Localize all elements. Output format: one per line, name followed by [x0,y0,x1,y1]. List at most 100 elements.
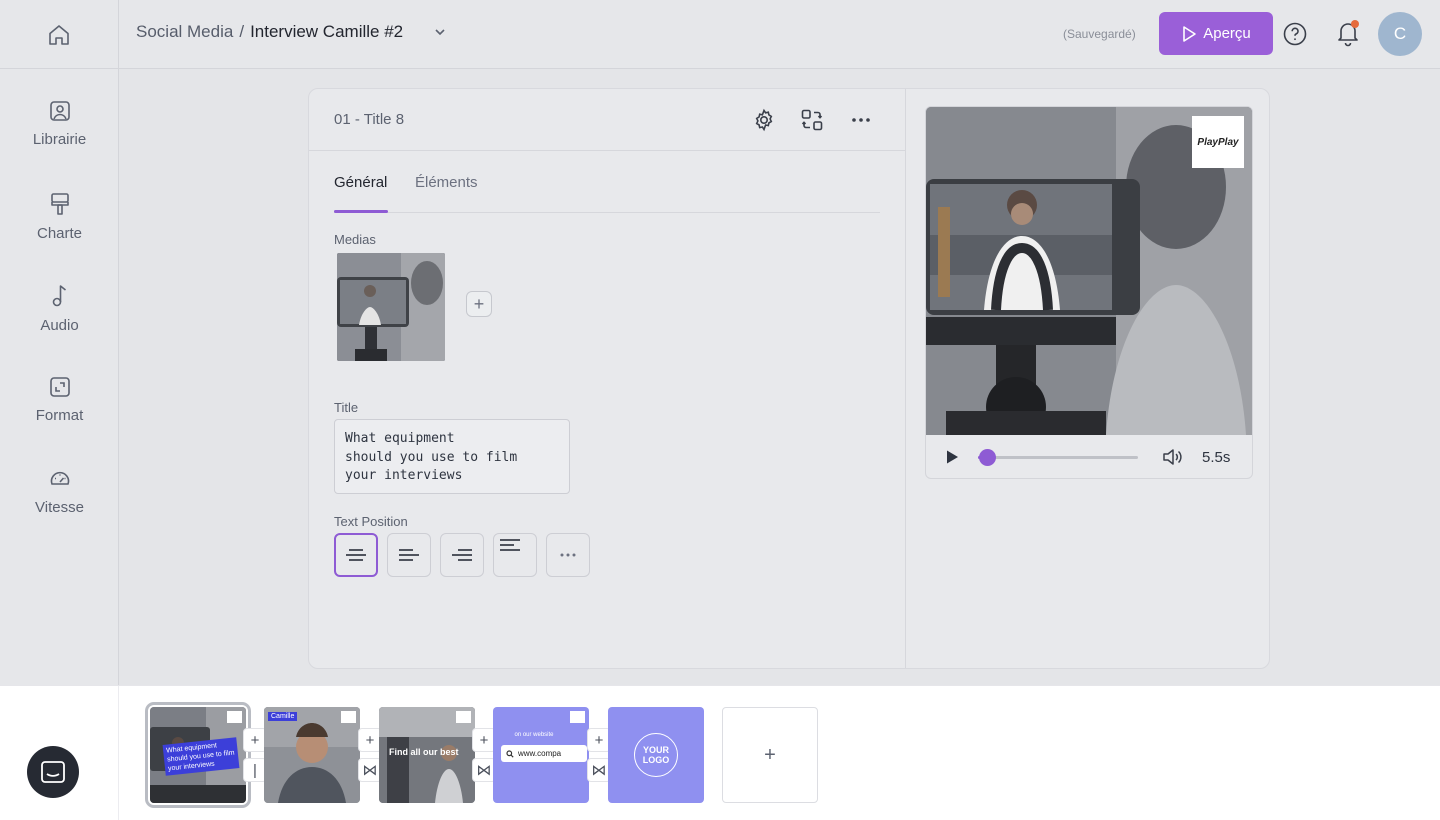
play-button[interactable] [944,449,960,470]
medias-label: Medias [334,232,376,247]
video-preview: PlayPlay 5.5s [925,106,1253,479]
image-icon [49,101,70,121]
scene-title: 01 - Title 8 [334,111,405,128]
bowtie-transition-icon: ⋈ [362,762,378,779]
media-thumbnail-image [337,253,445,361]
breadcrumb-project[interactable]: Social Media [136,22,233,42]
speedometer-icon [50,471,69,485]
sidebar-item-vitesse[interactable]: Vitesse [0,467,119,516]
scene-editor-card: 01 - Title 8 Général Éléments Medias + T… [308,88,1270,669]
sidebar: Librairie Charte Audio Format Vitesse [0,69,119,685]
player-controls: 5.5s [926,435,1252,478]
slide-logo-badge [341,711,356,723]
plus-icon: + [479,731,489,749]
slide-caption: Find all our best [389,747,459,757]
sidebar-item-label: Librairie [32,131,87,148]
add-media-button[interactable]: + [466,291,492,317]
active-tab-indicator [334,210,388,213]
text-position-left-button[interactable] [387,533,431,577]
slide-logo-badge [227,711,242,723]
cut-transition-icon: | [253,761,257,779]
more-options-button[interactable] [848,107,874,133]
tab-elements[interactable]: Éléments [415,174,478,191]
paint-roller-icon [50,193,69,215]
slide-logo-badge [570,711,585,723]
playplay-logo: PlayPlay [1192,116,1244,168]
sidebar-item-format[interactable]: Format [0,375,119,424]
swap-layout-icon [801,109,823,131]
preview-label: Aperçu [1203,25,1251,42]
play-icon [947,450,958,464]
home-icon [49,24,69,45]
text-position-more-button[interactable] [546,533,590,577]
slide-caption: Camille [268,712,298,721]
text-position-center-button[interactable] [334,533,378,577]
help-button[interactable] [1282,21,1308,47]
video-duration: 5.5s [1202,449,1231,466]
search-icon [506,749,514,758]
resize-icon [49,377,70,397]
editor-pane: 01 - Title 8 Général Éléments Medias + T… [309,89,906,668]
add-slide-button[interactable]: + [722,707,818,803]
align-left-icon [399,549,419,561]
slide-url-text: www.compa [518,749,562,758]
sidebar-item-label: Audio [40,317,79,334]
sidebar-item-label: Vitesse [35,499,84,516]
slide-logo-placeholder: YOUR LOGO [634,733,678,777]
plus-icon: + [250,731,260,749]
notification-dot [1351,20,1359,28]
title-textarea[interactable]: What equipment should you use to film yo… [334,419,570,494]
text-position-top-button[interactable] [493,533,537,577]
scene-header: 01 - Title 8 [309,89,905,151]
breadcrumb: Social Media / Interview Camille #2 [136,22,447,42]
sidebar-item-label: Format [35,407,84,424]
swap-layout-button[interactable] [799,107,825,133]
breadcrumb-separator: / [239,22,245,41]
video-frame[interactable]: PlayPlay [926,107,1252,435]
settings-button[interactable] [751,107,777,133]
slide-caption: on our website [514,732,554,738]
preview-button[interactable]: Aperçu [1159,12,1273,55]
more-horizontal-icon [560,553,576,557]
timeline-slide-1[interactable]: What equipment should you use to film yo… [145,702,251,808]
title-label: Title [334,400,359,415]
gear-icon [755,108,773,132]
text-position-right-button[interactable] [440,533,484,577]
breadcrumb-current: Interview Camille #2 [250,22,404,41]
home-button[interactable] [0,0,119,69]
sidebar-item-charte[interactable]: Charte [0,191,119,242]
more-horizontal-icon [852,118,870,122]
seek-bar[interactable] [978,449,1138,466]
sidebar-item-audio[interactable]: Audio [0,283,119,334]
chevron-down-icon[interactable] [433,25,447,39]
timeline-slide-3[interactable]: Find all our best [379,707,475,803]
user-avatar[interactable]: C [1378,12,1422,56]
volume-icon [1163,449,1182,465]
save-status: (Sauvegardé) [1063,27,1136,41]
bowtie-transition-icon: ⋈ [591,762,607,779]
plus-icon: + [594,731,604,749]
sidebar-item-label: Charte [36,225,83,242]
timeline-slide-5[interactable]: YOUR LOGO [608,707,704,803]
timeline-slide-2[interactable]: Camille [264,707,360,803]
seek-handle[interactable] [979,449,997,466]
tab-general[interactable]: Général [334,174,387,191]
scene-tabs: Général Éléments [334,151,880,213]
sidebar-item-librairie[interactable]: Librairie [0,99,119,148]
notifications-button[interactable] [1335,19,1361,47]
timeline-slide-4[interactable]: on our website www.compa [493,707,589,803]
align-right-icon [452,549,472,561]
play-outline-icon [1183,25,1197,42]
plus-icon: + [764,743,776,766]
timeline: What equipment should you use to film yo… [0,685,1440,820]
question-circle-icon [1283,22,1307,46]
top-bar: Social Media / Interview Camille #2 (Sau… [0,0,1440,69]
chat-icon [41,761,65,783]
align-top-icon [500,539,520,551]
chat-button[interactable] [27,746,79,798]
media-thumbnail[interactable] [337,253,445,361]
volume-button[interactable] [1162,447,1184,472]
bowtie-transition-icon: ⋈ [476,762,492,779]
timeline-gutter [0,686,119,820]
slide-url-bar: www.compa [501,745,587,762]
